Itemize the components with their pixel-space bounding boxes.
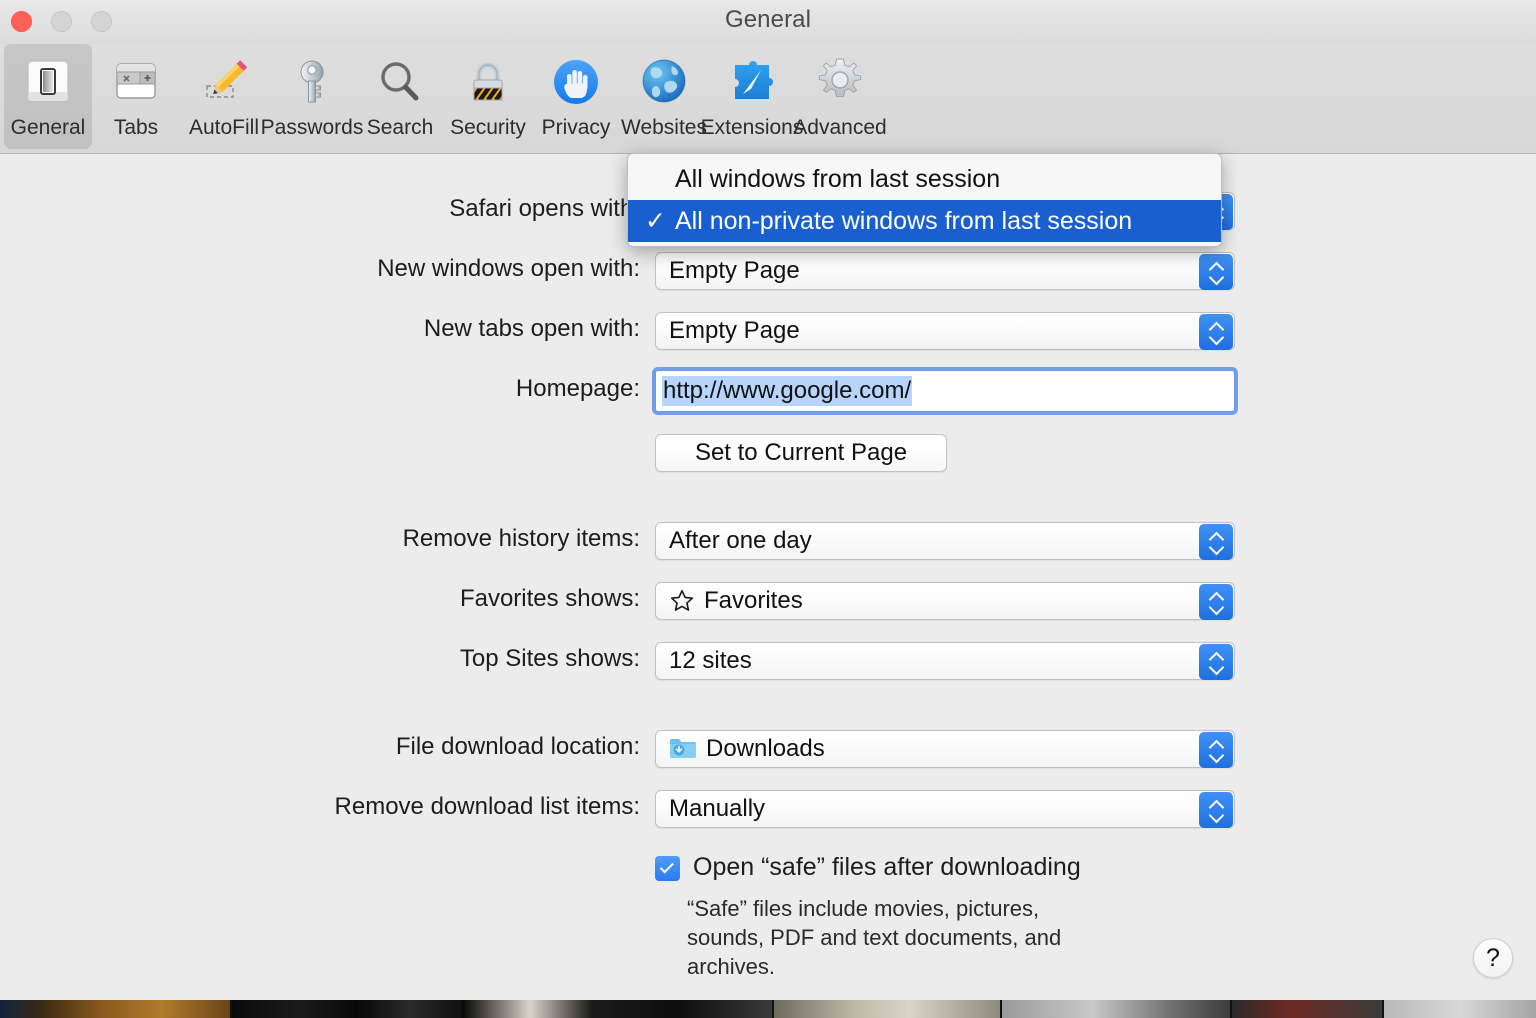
stepper-arrows-icon[interactable]	[1199, 644, 1233, 680]
toolbar-item-label: Extensions	[700, 116, 804, 139]
favorites-shows-value: Favorites	[704, 587, 803, 614]
new-tabs-open-with-select[interactable]: Empty Page	[655, 312, 1235, 350]
favorites-shows-select[interactable]: Favorites	[655, 582, 1235, 620]
open-safe-files-checkbox-row[interactable]: Open “safe” files after downloading	[655, 853, 1081, 882]
padlock-icon	[459, 53, 517, 111]
homepage-input[interactable]: http://www.google.com/	[652, 367, 1238, 415]
preferences-window: General General Tabs AutoFill Passwords …	[0, 0, 1536, 1000]
toolbar-item-label: Security	[450, 116, 526, 139]
stepper-arrows-icon[interactable]	[1199, 732, 1233, 768]
new-windows-open-with-select[interactable]: Empty Page	[655, 252, 1235, 290]
new-tabs-open-with-label: New tabs open with:	[423, 315, 640, 342]
desktop-thumbnail	[1384, 1000, 1536, 1018]
toolbar-item-label: Advanced	[793, 116, 887, 139]
remove-download-list-items-select[interactable]: Manually	[655, 790, 1235, 828]
new-tabs-open-with-value: Empty Page	[669, 317, 800, 344]
file-download-location-select[interactable]: Downloads	[655, 730, 1235, 768]
stepper-arrows-icon[interactable]	[1199, 792, 1233, 828]
preferences-content: Safari opens with: All non-private windo…	[0, 154, 1536, 1000]
toolbar-item-tabs[interactable]: Tabs	[92, 44, 180, 149]
toolbar-item-label: General	[10, 116, 86, 139]
help-button-label: ?	[1486, 943, 1500, 972]
toolbar-item-search[interactable]: Search	[356, 44, 444, 149]
set-to-current-page-button[interactable]: Set to Current Page	[655, 434, 947, 472]
toolbar-item-advanced[interactable]: Advanced	[793, 44, 887, 149]
menu-item-label: All windows from last session	[675, 164, 1001, 193]
general-switch-icon	[19, 53, 77, 111]
remove-history-items-select[interactable]: After one day	[655, 522, 1235, 560]
top-sites-shows-label: Top Sites shows:	[459, 645, 640, 672]
key-icon	[283, 53, 341, 111]
desktop-thumbnail	[232, 1000, 460, 1018]
toolbar-item-extensions[interactable]: Extensions	[701, 44, 803, 149]
toolbar-item-label: Search	[366, 116, 434, 139]
remove-download-list-items-value: Manually	[669, 795, 766, 822]
toolbar-item-privacy[interactable]: Privacy	[532, 44, 620, 149]
stepper-arrows-icon[interactable]	[1199, 584, 1233, 620]
help-button[interactable]: ?	[1473, 938, 1513, 978]
globe-icon	[635, 53, 693, 111]
open-safe-files-description: “Safe” files include movies, pictures, s…	[687, 896, 1062, 979]
star-icon	[669, 588, 695, 614]
toolbar-item-general[interactable]: General	[4, 44, 92, 149]
window-titlebar: General	[0, 0, 1536, 44]
checkbox-checked-icon[interactable]	[655, 856, 680, 881]
file-download-location-label: File download location:	[395, 733, 640, 760]
toolbar-item-websites[interactable]: Websites	[620, 44, 708, 149]
remove-history-items-value: After one day	[669, 527, 812, 554]
menu-check-icon: ✓	[645, 207, 666, 235]
tabs-icon	[107, 53, 165, 111]
set-to-current-page-label: Set to Current Page	[694, 439, 908, 466]
safari-opens-with-popup-menu[interactable]: All windows from last session ✓ All non-…	[627, 153, 1222, 247]
homepage-value: http://www.google.com/	[662, 376, 913, 406]
toolbar-item-label: Privacy	[541, 116, 611, 139]
top-sites-shows-value: 12 sites	[669, 647, 752, 674]
desktop-thumbnail	[462, 1000, 772, 1018]
toolbar-item-autofill[interactable]: AutoFill	[180, 44, 268, 149]
desktop-thumbnail	[0, 1000, 230, 1018]
toolbar-item-label: Websites	[621, 116, 707, 139]
hand-icon	[547, 53, 605, 111]
stepper-arrows-icon[interactable]	[1199, 254, 1233, 290]
toolbar-item-passwords[interactable]: Passwords	[261, 44, 363, 149]
menu-item-all-non-private-windows[interactable]: ✓ All non-private windows from last sess…	[628, 200, 1221, 242]
preferences-toolbar: General Tabs AutoFill Passwords Search S…	[0, 44, 1536, 154]
top-sites-shows-select[interactable]: 12 sites	[655, 642, 1235, 680]
menu-item-all-windows[interactable]: All windows from last session	[628, 158, 1221, 200]
desktop-thumbnail	[774, 1000, 1000, 1018]
downloads-folder-icon	[669, 737, 697, 761]
remove-history-items-label: Remove history items:	[402, 525, 640, 552]
stepper-arrows-icon[interactable]	[1199, 314, 1233, 350]
file-download-location-value: Downloads	[706, 735, 825, 762]
window-title: General	[724, 6, 812, 33]
toolbar-item-label: AutoFill	[188, 116, 260, 139]
desktop-thumbnail	[1002, 1000, 1230, 1018]
puzzle-compass-icon	[723, 53, 781, 111]
stepper-arrows-icon[interactable]	[1199, 524, 1233, 560]
favorites-shows-label: Favorites shows:	[459, 585, 640, 612]
gear-icon	[811, 53, 869, 111]
open-safe-files-label: Open “safe” files after downloading	[693, 853, 1081, 881]
toolbar-item-security[interactable]: Security	[444, 44, 532, 149]
magnifier-icon	[371, 53, 429, 111]
new-windows-open-with-label: New windows open with:	[377, 255, 640, 282]
remove-download-list-items-label: Remove download list items:	[334, 793, 640, 820]
toolbar-item-label: Passwords	[260, 116, 364, 139]
homepage-label: Homepage:	[515, 375, 640, 402]
toolbar-item-label: Tabs	[113, 116, 159, 139]
pencil-autofill-icon	[195, 53, 253, 111]
new-windows-open-with-value: Empty Page	[669, 257, 800, 284]
desktop-thumbnail	[1232, 1000, 1382, 1018]
safari-opens-with-label: Safari opens with:	[449, 195, 640, 222]
menu-item-label: All non-private windows from last sessio…	[675, 206, 1133, 235]
